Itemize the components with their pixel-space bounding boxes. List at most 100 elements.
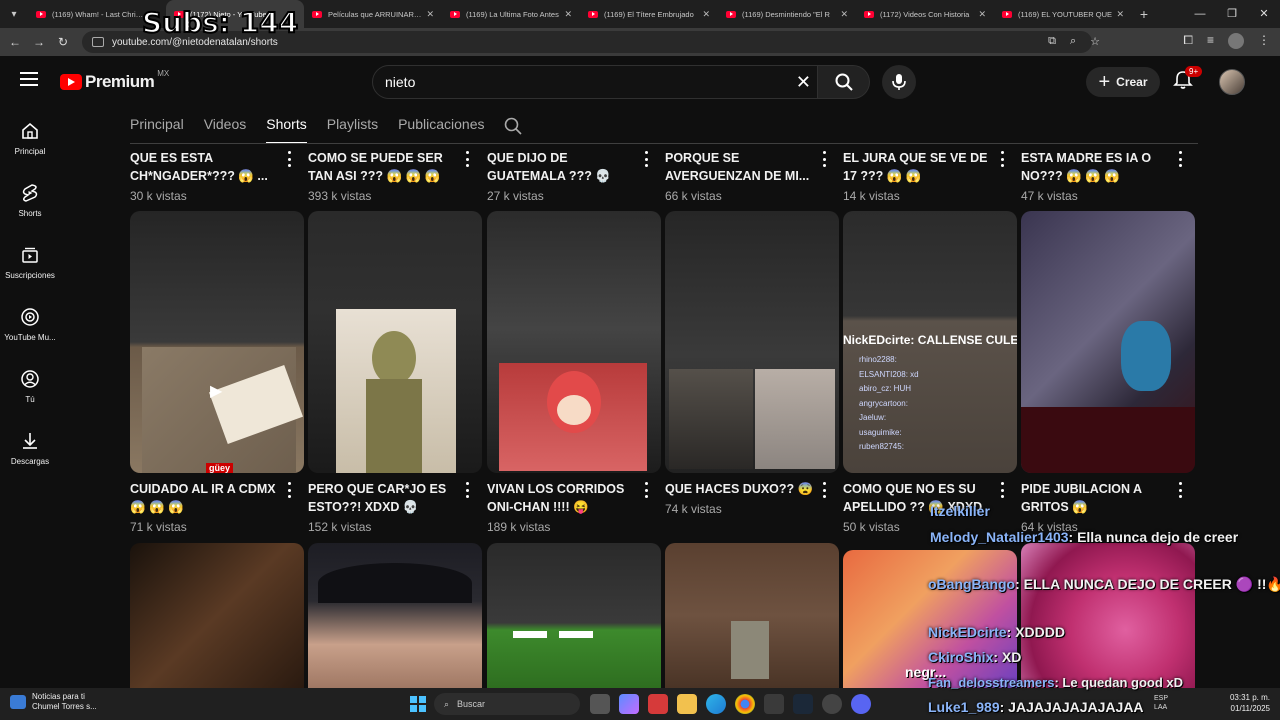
forward-icon[interactable]: →: [27, 35, 51, 49]
zoom-icon[interactable]: ⌕: [1070, 35, 1076, 48]
tab-search-icon[interactable]: ▾: [0, 0, 28, 28]
chrome-icon[interactable]: [735, 694, 755, 714]
tab-close-icon[interactable]: ✕: [702, 9, 710, 20]
short-title[interactable]: PERO QUE CAR*JO ES ESTO??! XDXD 💀: [308, 480, 460, 516]
github-icon[interactable]: [822, 694, 842, 714]
browser-tab[interactable]: (1169) EL YOUTUBER QUE ✕: [994, 0, 1132, 28]
short-thumbnail[interactable]: [487, 211, 661, 473]
terminal-icon[interactable]: [764, 694, 784, 714]
short-title[interactable]: EL JURA QUE SE VE DE 17 ??? 😱 😱: [843, 149, 995, 185]
news-widget[interactable]: Noticias para ti Chumel Torres s...: [10, 692, 97, 712]
more-options-icon[interactable]: [466, 151, 470, 167]
notifications-button[interactable]: 9+: [1173, 66, 1203, 92]
short-thumbnail[interactable]: [487, 543, 661, 688]
tab-principal[interactable]: Principal: [130, 108, 184, 144]
extensions-icon[interactable]: ⧠: [1183, 33, 1193, 49]
browser-tab[interactable]: (1172) Videos Con Historia ✕: [856, 0, 994, 28]
short-title[interactable]: ESTA MADRE ES IA O NO??? 😱 😱 😱: [1021, 149, 1173, 185]
account-avatar[interactable]: [1219, 69, 1245, 95]
windows-start-icon[interactable]: [410, 696, 426, 712]
browser-tab[interactable]: Películas que ARRUINARON ✕: [304, 0, 442, 28]
more-options-icon[interactable]: [1001, 151, 1005, 167]
more-options-icon[interactable]: [1001, 482, 1005, 498]
short-thumbnail[interactable]: negr...: [843, 550, 1017, 688]
tab-publicaciones[interactable]: Publicaciones: [398, 108, 484, 144]
voice-search-button[interactable]: [882, 65, 916, 99]
close-window-icon[interactable]: ✕: [1248, 0, 1280, 28]
tab-close-icon[interactable]: ✕: [840, 9, 848, 20]
create-button[interactable]: + Crear: [1086, 67, 1160, 97]
tab-close-icon[interactable]: ✕: [978, 9, 986, 20]
discord-icon[interactable]: [851, 694, 871, 714]
task-view-icon[interactable]: [590, 694, 610, 714]
browser-menu-icon[interactable]: ⋮: [1258, 33, 1270, 49]
language-indicator[interactable]: ESP LAA: [1154, 694, 1168, 712]
edge-icon[interactable]: [706, 694, 726, 714]
more-options-icon[interactable]: [645, 482, 649, 498]
more-options-icon[interactable]: [288, 151, 292, 167]
tab-videos[interactable]: Videos: [204, 108, 247, 144]
short-title[interactable]: PORQUE SE AVERGUENZAN DE MI...: [665, 149, 817, 185]
browser-tab[interactable]: (1169) Desmintiendo "El R ✕: [718, 0, 856, 28]
short-title[interactable]: QUE HACES DUXO?? 😨: [665, 480, 817, 498]
short-thumbnail[interactable]: [665, 211, 839, 473]
short-title[interactable]: PIDE JUBILACION A GRITOS 😱: [1021, 480, 1173, 516]
profile-avatar[interactable]: [1228, 33, 1244, 49]
restore-icon[interactable]: ❐: [1216, 0, 1248, 28]
new-tab-button[interactable]: +: [1132, 6, 1156, 22]
copilot-icon[interactable]: [619, 694, 639, 714]
clock[interactable]: 03:31 p. m. 01/11/2025: [1230, 692, 1270, 714]
sidebar-item-youtube-music[interactable]: YouTube Mu...: [0, 294, 60, 354]
reading-list-icon[interactable]: ≡: [1207, 33, 1214, 49]
short-thumbnail[interactable]: [1021, 543, 1195, 688]
sidebar-label: YouTube Mu...: [4, 332, 56, 342]
file-explorer-icon[interactable]: [677, 694, 697, 714]
short-title[interactable]: CUIDADO AL IR A CDMX 😱 😱 😱: [130, 480, 282, 516]
sidebar-item-subscriptions[interactable]: Suscripciones: [0, 232, 60, 292]
short-title[interactable]: QUE ES ESTA CH*NGADER*??? 😱 ...: [130, 149, 282, 185]
more-options-icon[interactable]: [466, 482, 470, 498]
short-thumbnail[interactable]: [308, 543, 482, 688]
short-thumbnail[interactable]: NickEDcirte: CALLENSE CULE rhino2288: ELS…: [843, 211, 1017, 473]
browser-tab[interactable]: (1169) El Títere Embrujado ✕: [580, 0, 718, 28]
youtube-premium-logo[interactable]: Premium MX: [60, 69, 169, 92]
short-thumbnail[interactable]: [308, 211, 482, 473]
minimize-icon[interactable]: —: [1184, 0, 1216, 28]
clear-search-icon[interactable]: ✕: [796, 72, 811, 93]
install-app-icon[interactable]: ⧉: [1048, 35, 1056, 48]
tab-close-icon[interactable]: ✕: [1116, 9, 1124, 20]
short-thumbnail[interactable]: [665, 543, 839, 688]
sidebar-item-principal[interactable]: Principal: [0, 108, 60, 168]
office-icon[interactable]: [648, 694, 668, 714]
tab-playlists[interactable]: Playlists: [327, 108, 378, 144]
steam-icon[interactable]: [793, 694, 813, 714]
short-title[interactable]: VIVAN LOS CORRIDOS ONI-CHAN !!!! 😝: [487, 480, 639, 516]
short-thumbnail[interactable]: [130, 543, 304, 688]
more-options-icon[interactable]: [823, 151, 827, 167]
short-thumbnail[interactable]: ▶ güey: [130, 211, 304, 473]
search-button[interactable]: [818, 65, 870, 99]
more-options-icon[interactable]: [288, 482, 292, 498]
short-title[interactable]: COMO SE PUEDE SER TAN ASI ??? 😱 😱 😱: [308, 149, 460, 185]
tab-shorts[interactable]: Shorts: [266, 108, 307, 144]
bookmark-star-icon[interactable]: ☆: [1090, 35, 1100, 48]
more-options-icon[interactable]: [823, 482, 827, 498]
tab-close-icon[interactable]: ✕: [564, 9, 572, 20]
channel-search-icon[interactable]: [504, 117, 523, 135]
site-info-icon[interactable]: [92, 37, 104, 47]
menu-icon[interactable]: [20, 72, 38, 86]
sidebar-item-you[interactable]: Tú: [0, 356, 60, 416]
browser-tab[interactable]: (1169) La Ultima Foto Antes ✕: [442, 0, 580, 28]
sidebar-item-downloads[interactable]: Descargas: [0, 418, 60, 478]
taskbar-search[interactable]: ⌕ Buscar: [434, 693, 580, 715]
short-thumbnail[interactable]: [1021, 211, 1195, 473]
sidebar-item-shorts[interactable]: Shorts: [0, 170, 60, 230]
search-input[interactable]: nieto ✕: [372, 65, 818, 99]
more-options-icon[interactable]: [1179, 151, 1183, 167]
tab-close-icon[interactable]: ✕: [426, 9, 434, 20]
more-options-icon[interactable]: [1179, 482, 1183, 498]
back-icon[interactable]: ←: [3, 35, 27, 49]
reload-icon[interactable]: ↻: [51, 35, 75, 49]
short-title[interactable]: QUE DIJO DE GUATEMALA ??? 💀: [487, 149, 639, 185]
more-options-icon[interactable]: [645, 151, 649, 167]
